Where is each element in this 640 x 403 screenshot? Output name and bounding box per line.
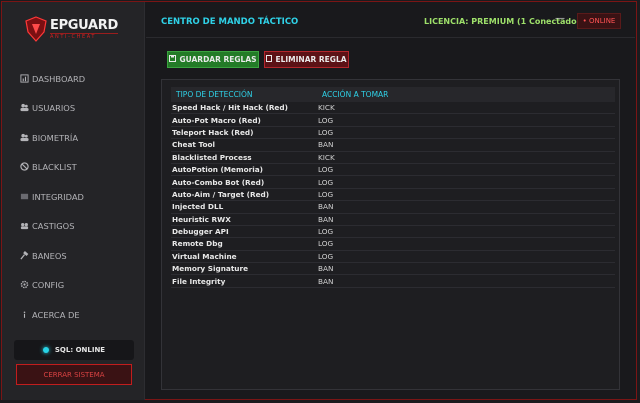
action-cell: BAN [318,264,334,274]
sidebar-item-label: DASHBOARD [32,73,86,84]
table-row[interactable]: Auto-Aim / Target (Red) LOG [171,189,615,202]
column-header-action: ACCIÓN A TOMAR [322,90,389,99]
detection-cell: Auto-Aim / Target (Red) [172,189,270,199]
sidebar-item-acerca-de[interactable]: ACERCA DE [2,300,144,330]
action-cell: LOG [318,227,334,237]
detection-cell: Virtual Machine [172,251,237,261]
detection-cell: AutoPotion (Memoria) [172,165,263,175]
column-header-detection: TIPO DE DETECCIÓN [176,90,253,99]
rules-table-panel: TIPO DE DETECCIÓN ACCIÓN A TOMAR Speed H… [161,79,620,390]
sidebar: EPGUARD ANTI-CHEAT DASHBOARD USUARIOS BI… [2,2,145,400]
action-cell: LOG [318,127,334,137]
detection-cell: Injected DLL [172,202,224,212]
detection-cell: Speed Hack / Hit Hack (Red) [172,103,288,113]
sidebar-item-config[interactable]: CONFIG [2,271,144,301]
detection-cell: Auto-Pot Macro (Red) [172,115,261,125]
action-cell: LOG [318,189,334,199]
action-cell: BAN [318,214,334,224]
detection-cell: Auto-Combo Bot (Red) [172,177,265,187]
delete-rule-label: ELIMINAR REGLA [275,55,347,64]
table-row[interactable]: File Integrity BAN [171,275,615,288]
sidebar-item-label: INTEGRIDAD [32,191,84,202]
delete-rule-button[interactable]: ELIMINAR REGLA [264,51,349,68]
minimize-button[interactable]: — [555,13,565,24]
action-cell: LOG [318,115,334,125]
page-title: CENTRO DE MANDO TÁCTICO [161,17,299,27]
sidebar-item-dashboard[interactable]: DASHBOARD [2,64,144,94]
sidebar-item-biometria[interactable]: BIOMETRÍA [2,123,144,153]
table-row[interactable]: Heuristic RWX BAN [171,214,615,226]
sidebar-item-integridad[interactable]: INTEGRIDAD [2,182,144,212]
detection-cell: Debugger API [172,227,229,237]
users-icon [20,103,30,113]
sidebar-item-label: CONFIG [32,280,65,291]
server-icon [20,192,30,202]
action-cell: LOG [318,251,334,261]
action-cell: LOG [318,165,334,175]
action-cell: LOG [318,177,334,187]
status-dot-icon [42,347,49,353]
hammer-icon [20,250,30,261]
table-row[interactable]: Virtual Machine LOG [171,251,615,264]
table-row[interactable]: Speed Hack / Hit Hack (Red) KICK [171,102,615,115]
table-row[interactable]: Blacklisted Process KICK [171,152,615,164]
table-row[interactable]: Remote Dbg LOG [171,238,615,251]
sidebar-item-label: USUARIOS [32,103,76,114]
header-divider [146,37,635,38]
action-cell: BAN [318,202,334,212]
action-cell: BAN [318,276,334,286]
table-row[interactable]: Auto-Combo Bot (Red) LOG [171,176,615,189]
chart-icon [20,74,30,84]
save-rules-button[interactable]: GUARDAR REGLAS [167,51,259,68]
sidebar-item-label: ACERCA DE [32,309,80,320]
table-row[interactable]: Auto-Pot Macro (Red) LOG [171,114,615,127]
table-row[interactable]: AutoPotion (Memoria) LOG [171,164,615,177]
sidebar-item-label: CASTIGOS [32,221,75,232]
action-cell: KICK [318,103,335,113]
detection-cell: Remote Dbg [172,239,223,249]
sql-status-text: SQL: ONLINE [54,346,106,354]
logout-button[interactable]: CERRAR SISTEMA [16,364,132,385]
detection-cell: Heuristic RWX [172,214,231,224]
sidebar-item-usuarios[interactable]: USUARIOS [2,94,144,124]
detection-cell: Memory Signature [172,264,249,274]
sidebar-item-label: BIOMETRÍA [32,132,79,143]
info-icon [20,310,30,320]
table-row[interactable]: Teleport Hack (Red) LOG [171,127,615,140]
sql-status-badge: SQL: ONLINE [14,340,134,360]
sidebar-item-blacklist[interactable]: BLACKLIST [2,153,144,183]
sidebar-nav: DASHBOARD USUARIOS BIOMETRÍA BLACKLIST I… [2,64,144,330]
table-body: Speed Hack / Hit Hack (Red) KICK Auto-Pot… [171,102,615,288]
detection-cell: Cheat Tool [172,140,215,150]
table-header: TIPO DE DETECCIÓN ACCIÓN A TOMAR [171,87,615,102]
brand-tagline: ANTI-CHEAT [50,32,118,40]
sidebar-item-castigos[interactable]: CASTIGOS [2,212,144,242]
detection-cell: Teleport Hack (Red) [172,127,254,137]
sidebar-item-label: BANEOS [32,250,67,261]
detection-cell: File Integrity [172,276,226,286]
detection-cell: Blacklisted Process [172,152,252,162]
logo: EPGUARD ANTI-CHEAT [24,12,120,46]
shield-logo-icon [25,16,47,42]
trash-icon [266,55,273,64]
table-row[interactable]: Debugger API LOG [171,226,615,239]
save-rules-label: GUARDAR REGLAS [179,55,257,64]
gear-icon [20,280,30,290]
table-row[interactable]: Injected DLL BAN [171,201,615,214]
table-row[interactable]: Memory Signature BAN [171,263,615,276]
gavel-icon [20,221,30,231]
table-row[interactable]: Cheat Tool BAN [171,139,615,152]
sidebar-item-baneos[interactable]: BANEOS [2,241,144,271]
action-cell: LOG [318,239,334,249]
fingerprint-icon [20,133,30,143]
brand-name: EPGUARD [50,17,118,33]
online-badge: • ONLINE [577,13,621,29]
action-cell: KICK [318,152,335,162]
sidebar-item-label: BLACKLIST [32,162,77,173]
action-cell: BAN [318,140,334,150]
floppy-icon [169,55,177,64]
ban-icon [20,162,30,172]
